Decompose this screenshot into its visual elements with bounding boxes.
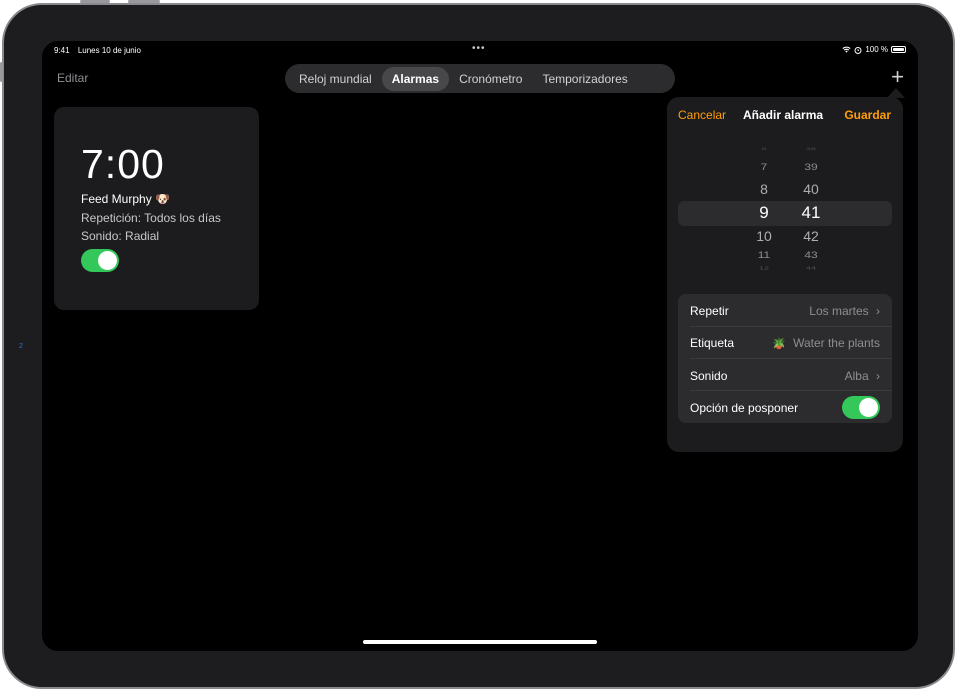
alarm-name: Feed Murphy 🐶 (81, 192, 170, 206)
alarm-card[interactable]: 7:00 Feed Murphy 🐶 Repetición: Todos los… (54, 107, 259, 310)
status-date: Lunes 10 de junio (77, 46, 141, 55)
sound-row[interactable]: Sonido Alba › (678, 359, 892, 391)
alarm-sound: Sonido: Radial (81, 229, 160, 243)
tab-control: Reloj mundial Alarmas Cronómetro Tempori… (285, 64, 675, 93)
top-button (80, 0, 110, 3)
repeat-label: Repetir (690, 304, 729, 318)
hour-picker-item[interactable]: 6 (749, 147, 779, 151)
tab-timers[interactable]: Temporizadores (532, 67, 637, 91)
sound-value-text: Alba (844, 369, 869, 383)
minute-picker-item[interactable]: 38 (796, 147, 826, 151)
edge-marker: 2 (19, 343, 23, 350)
tab-world-clock[interactable]: Reloj mundial (289, 67, 382, 91)
alarm-repeat: Repetición: Todos los días (81, 211, 221, 225)
home-indicator[interactable] (363, 640, 597, 644)
wifi-icon (842, 46, 851, 53)
edit-button[interactable]: Editar (57, 71, 88, 85)
save-button[interactable]: Guardar (844, 108, 891, 122)
snooze-row: Opción de posponer (678, 391, 892, 423)
alarm-options-list: Repetir Los martes › Etiqueta 🪴 Water th… (678, 294, 892, 423)
hour-picker-selected[interactable]: 9 (749, 203, 779, 223)
screen: 9:41 Lunes 10 de junio ••• 100 % Editar … (42, 41, 918, 651)
minute-picker-item[interactable]: 44 (796, 266, 826, 271)
snooze-label: Opción de posponer (690, 401, 799, 415)
label-row[interactable]: Etiqueta 🪴 Water the plants (678, 326, 892, 358)
side-button (0, 62, 3, 82)
top-button-2 (128, 0, 160, 3)
alarm-toggle[interactable] (81, 249, 119, 272)
minute-picker-item[interactable]: 39 (796, 161, 826, 172)
status-right: 100 % (842, 45, 906, 54)
status-bar: 9:41 Lunes 10 de junio ••• 100 % (42, 41, 918, 59)
minute-picker-item[interactable]: 42 (796, 228, 826, 244)
alarm-time: 7:00 (81, 141, 165, 187)
snooze-toggle[interactable] (842, 396, 880, 419)
plant-icon: 🪴 (772, 338, 786, 350)
repeat-row[interactable]: Repetir Los martes › (678, 294, 892, 326)
toggle-knob (98, 251, 117, 270)
sound-value: Alba › (845, 369, 880, 383)
label-value-text: Water the plants (793, 336, 880, 350)
status-time: 9:41 (54, 46, 70, 55)
hour-picker-item[interactable]: 12 (749, 266, 779, 271)
label-label: Etiqueta (690, 336, 735, 350)
add-alarm-button[interactable]: + (891, 66, 904, 88)
hour-picker-item[interactable]: 7 (749, 161, 779, 172)
multitasking-dots[interactable]: ••• (472, 43, 486, 54)
cancel-button[interactable]: Cancelar (678, 108, 726, 122)
hour-picker-item[interactable]: 10 (749, 228, 779, 244)
minute-picker-selected[interactable]: 41 (796, 203, 826, 223)
sound-label: Sonido (690, 369, 728, 383)
chevron-right-icon: › (876, 304, 880, 318)
tab-stopwatch[interactable]: Cronómetro (449, 67, 532, 91)
battery-percent: 100 % (865, 45, 888, 54)
minute-picker-item[interactable]: 40 (796, 181, 826, 197)
tab-alarms[interactable]: Alarmas (381, 66, 450, 91)
label-value: 🪴 Water the plants (772, 336, 880, 350)
chevron-right-icon: › (876, 369, 880, 383)
status-left: 9:41 Lunes 10 de junio (54, 46, 147, 55)
toggle-knob (859, 398, 878, 417)
picker-selection-band (678, 201, 892, 226)
repeat-value: Los martes › (809, 304, 880, 318)
hour-picker-item[interactable]: 8 (749, 181, 779, 197)
popover-title: Añadir alarma (743, 108, 824, 122)
battery-icon (891, 46, 906, 53)
repeat-value-text: Los martes (809, 304, 869, 318)
minute-picker-item[interactable]: 43 (796, 249, 826, 260)
add-alarm-popover: Cancelar Añadir alarma Guardar 6 7 8 9 1… (667, 97, 903, 452)
hour-picker-item[interactable]: 11 (749, 249, 779, 260)
alarm-icon (854, 46, 862, 54)
